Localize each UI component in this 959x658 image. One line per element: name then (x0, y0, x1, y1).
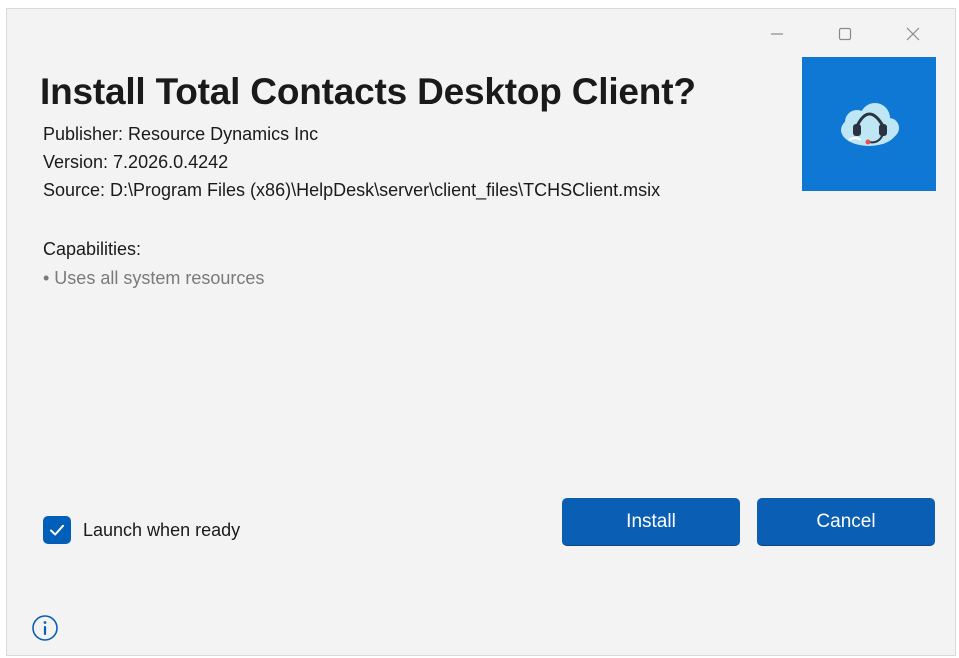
capabilities-title: Capabilities: (43, 239, 142, 259)
minimize-icon (771, 33, 783, 35)
launch-option[interactable]: Launch when ready (43, 516, 240, 544)
dialog-title: Install Total Contacts Desktop Client? (40, 71, 696, 112)
installer-window: Install Total Contacts Desktop Client? P… (6, 8, 956, 656)
version-text: Version: 7.2026.0.4242 (43, 152, 229, 172)
close-icon (906, 27, 920, 41)
cancel-button[interactable]: Cancel (757, 498, 935, 546)
info-button[interactable] (31, 614, 59, 642)
checkmark-icon (50, 524, 64, 536)
close-button[interactable] (879, 21, 947, 47)
launch-label: Launch when ready (83, 519, 241, 540)
maximize-icon (838, 27, 852, 41)
launch-checkbox[interactable] (43, 516, 71, 544)
maximize-button[interactable] (811, 21, 879, 47)
capability-item: • Uses all system resources (43, 268, 265, 288)
title-bar-controls (743, 21, 947, 47)
app-tile (802, 57, 936, 191)
headset-cloud-icon (841, 103, 899, 146)
install-button[interactable]: Install (562, 498, 740, 546)
publisher-text: Publisher: Resource Dynamics Inc (43, 124, 319, 144)
source-text: Source: D:\Program Files (x86)\HelpDesk\… (43, 180, 661, 200)
info-icon (32, 615, 58, 641)
minimize-button[interactable] (743, 21, 811, 47)
package-details: Publisher: Resource Dynamics Inc Version… (43, 120, 660, 204)
